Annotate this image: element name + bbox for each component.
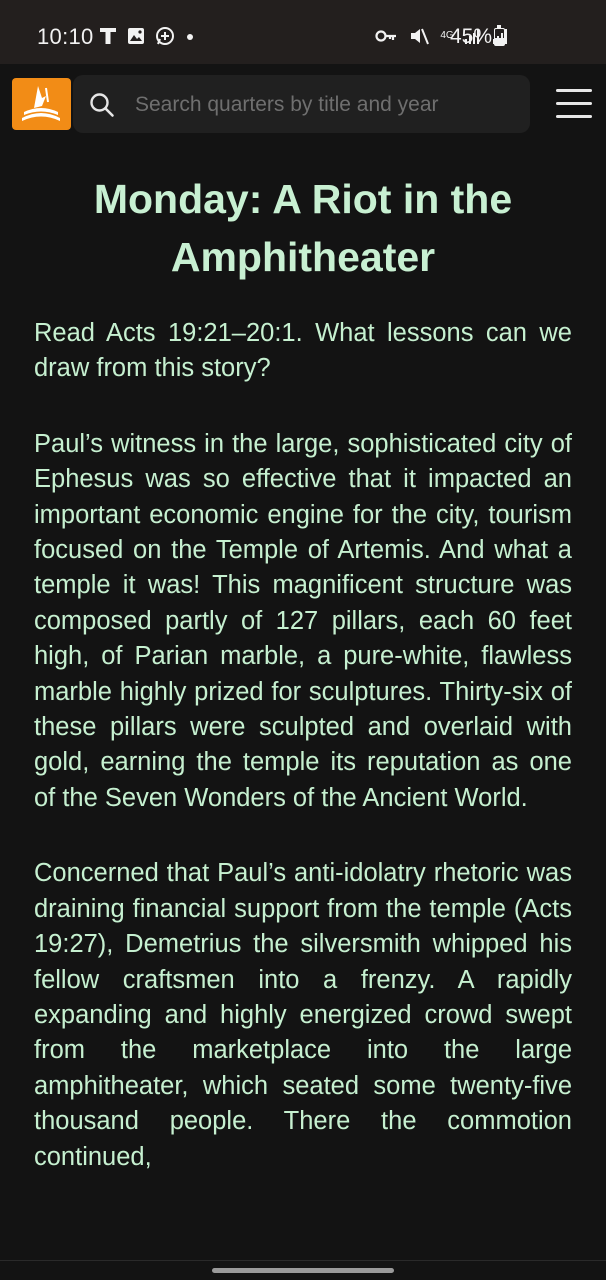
paragraph-1: Read Acts 19:21–20:1. What lessons can w…	[34, 319, 572, 383]
paragraph-3: Concerned that Paul’s anti-idolatry rhet…	[34, 859, 572, 1171]
lesson-title: Monday: A Riot in the Amphitheater	[93, 176, 513, 280]
adventist-logo-icon[interactable]	[12, 78, 71, 130]
status-bar: 10:10 4G 45%	[0, 0, 606, 64]
paragraph-2: Paul’s witness in the large, sophisticat…	[34, 429, 572, 812]
vpn-key-icon	[375, 30, 396, 42]
notification-icons	[98, 25, 196, 47]
mute-icon	[411, 28, 429, 45]
hamburger-menu-icon[interactable]	[556, 89, 592, 119]
whatsapp-icon	[156, 27, 174, 45]
search-icon	[90, 93, 114, 117]
battery-icon	[494, 25, 505, 46]
image-icon	[128, 28, 144, 44]
search-bar[interactable]	[73, 75, 530, 133]
lesson-content[interactable]: Monday: A Riot in the Amphitheater Read …	[0, 146, 606, 1260]
home-indicator[interactable]	[212, 1268, 394, 1273]
battery-percent: 45%	[450, 25, 493, 48]
status-time: 10:10	[37, 24, 94, 49]
app-bar	[0, 64, 606, 146]
dot-icon	[187, 34, 193, 40]
t-mobile-icon	[100, 28, 116, 44]
search-input[interactable]	[133, 89, 517, 121]
screen: 10:10 4G 45% Search quarters by title an…	[0, 0, 606, 1280]
navigation-bar	[0, 1260, 606, 1280]
